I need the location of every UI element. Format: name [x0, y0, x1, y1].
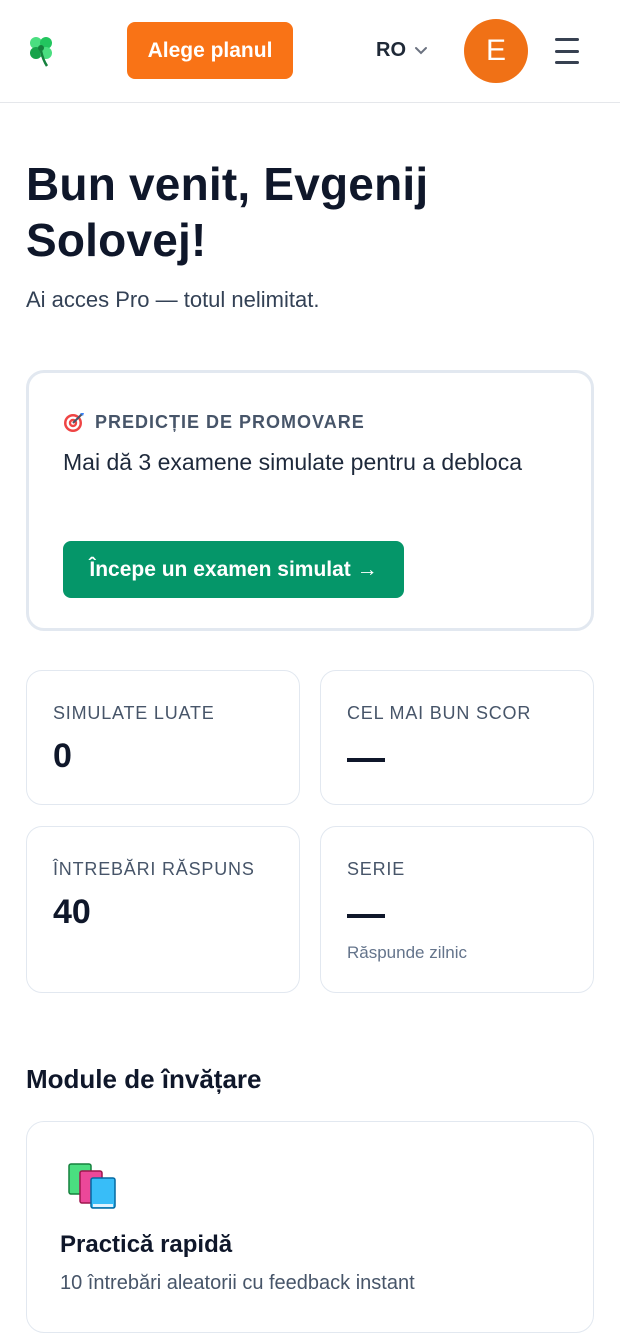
stat-card-simulations: SIMULATE LUATE 0: [26, 670, 300, 805]
module-card-quick-practice[interactable]: Practică rapidă 10 întrebări aleatorii c…: [26, 1121, 594, 1333]
language-code: RO: [376, 38, 406, 61]
access-subtitle: Ai acces Pro — totul nelimitat.: [26, 287, 320, 312]
module-title: Practică rapidă: [60, 1231, 233, 1258]
language-selector[interactable]: RO: [376, 34, 430, 66]
stat-label: SIMULATE LUATE: [53, 703, 215, 723]
learning-modules-title: Module de învățare: [26, 1064, 262, 1094]
pass-prediction-card: PREDICȚIE DE PROMOVARE Mai dă 3 examene …: [26, 370, 594, 631]
start-simulated-exam-button[interactable]: Începe un examen simulat →: [63, 541, 404, 598]
stat-note: Răspunde zilnic: [347, 943, 468, 962]
choose-plan-button[interactable]: Alege planul: [127, 22, 293, 79]
stat-card-best-score: CEL MAI BUN SCOR: [320, 670, 594, 805]
stat-card-streak: SERIE Răspunde zilnic: [320, 826, 594, 993]
stat-label: CEL MAI BUN SCOR: [347, 703, 532, 723]
top-bar: Alege planul RO E: [0, 0, 620, 103]
prediction-heading: PREDICȚIE DE PROMOVARE: [63, 411, 365, 433]
module-description: 10 întrebări aleatorii cu feedback insta…: [60, 1272, 415, 1294]
four-leaf-clover-icon[interactable]: [26, 34, 56, 68]
prediction-text: Mai dă 3 examene simulate pentru a deblo…: [63, 449, 523, 475]
stat-label: SERIE: [347, 859, 406, 879]
hamburger-menu-icon[interactable]: [555, 38, 583, 64]
page-title: Bun venit, Evgenij Solovej!: [26, 158, 429, 266]
stat-value: 40: [53, 893, 91, 931]
avatar[interactable]: E: [464, 19, 528, 83]
target-icon: [64, 413, 84, 432]
stat-value-dash: [347, 758, 385, 762]
stat-card-questions-answered: ÎNTREBĂRI RĂSPUNS 40: [26, 826, 300, 993]
menu-line: [555, 38, 579, 41]
stat-value-dash: [347, 914, 385, 918]
books-icon: [68, 1163, 116, 1209]
menu-line: [555, 49, 579, 53]
prediction-heading-text: PREDICȚIE DE PROMOVARE: [95, 411, 365, 432]
menu-line: [555, 61, 579, 64]
chevron-down-icon: [415, 47, 427, 55]
stat-value: 0: [53, 737, 72, 775]
stat-label: ÎNTREBĂRI RĂSPUNS: [53, 859, 255, 879]
